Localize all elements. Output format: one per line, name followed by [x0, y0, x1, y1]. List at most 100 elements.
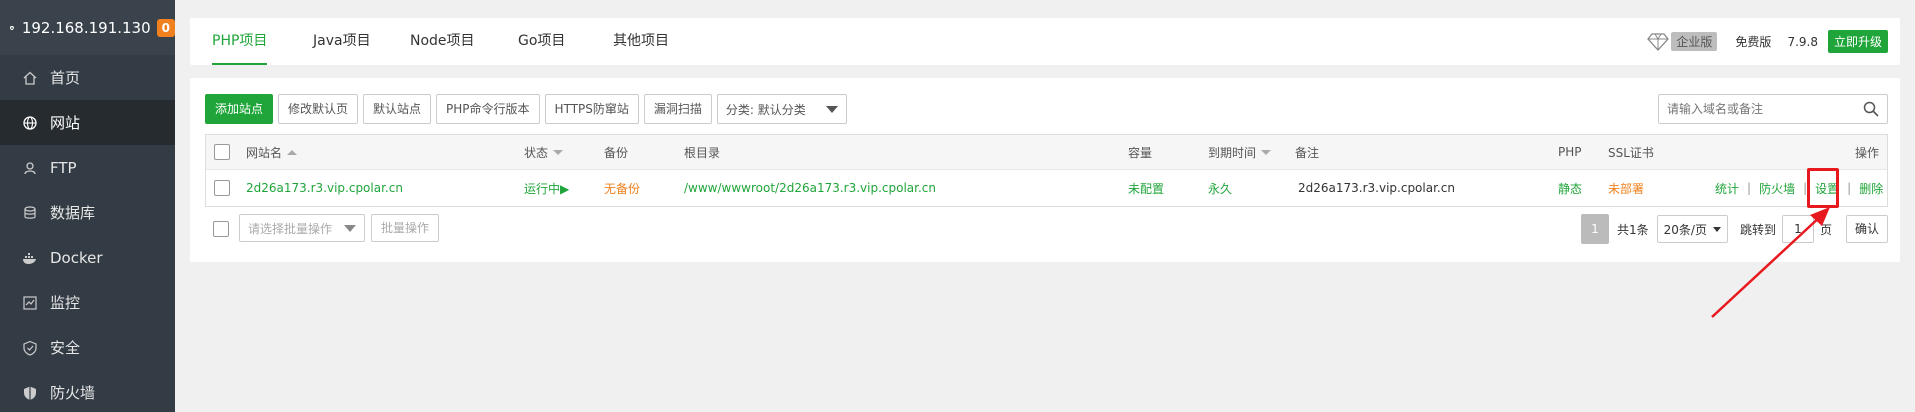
sidebar: 192.168.191.130 0 首页 网站 FTP 数据库 Docker 监…	[0, 0, 175, 412]
shield-icon	[10, 25, 14, 30]
site-status[interactable]: 运行中▶	[524, 170, 569, 206]
header-expire[interactable]: 到期时间	[1208, 135, 1272, 169]
header-remark: 备注	[1295, 145, 1320, 160]
shield-check-icon	[22, 340, 38, 356]
category-select-value: 分类: 默认分类	[725, 102, 806, 117]
sidebar-item-website[interactable]: 网站	[0, 100, 175, 145]
sidebar-item-label: 安全	[50, 339, 81, 357]
sidebar-item-label: Docker	[50, 248, 103, 267]
site-table: 网站名 状态 备份 根目录 容量 到期时间 备注 PHP SSL证书 操作 2d…	[205, 134, 1888, 207]
header-root-dir: 根目录	[684, 145, 721, 160]
sidebar-item-label: 防火墙	[50, 384, 96, 402]
upgrade-button[interactable]: 立即升级	[1827, 30, 1888, 53]
stats-link[interactable]: 统计	[1715, 180, 1739, 197]
row-checkbox[interactable]	[214, 180, 230, 196]
site-name-link[interactable]: 2d26a173.r3.vip.cpolar.cn	[246, 170, 403, 206]
server-ip: 192.168.191.130	[21, 18, 151, 37]
firewall-icon	[22, 385, 38, 401]
delete-link[interactable]: 删除	[1859, 180, 1883, 197]
header-backup: 备份	[604, 145, 629, 160]
site-capacity[interactable]: 未配置	[1128, 170, 1164, 206]
globe-icon	[22, 115, 38, 131]
site-root-dir-link[interactable]: /www/wwwroot/2d26a173.r3.vip.cpolar.cn	[684, 170, 936, 206]
site-panel: 添加站点 修改默认页 默认站点 PHP命令行版本 HTTPS防窜站 漏洞扫描 分…	[190, 78, 1900, 262]
sidebar-item-monitor[interactable]: 监控	[0, 280, 175, 325]
table-header-row: 网站名 状态 备份 根目录 容量 到期时间 备注 PHP SSL证书 操作	[206, 135, 1887, 170]
home-icon	[22, 70, 38, 86]
per-page-select[interactable]: 20条/页	[1656, 215, 1728, 243]
total-count: 共1条	[1616, 222, 1649, 237]
search-input[interactable]	[1667, 102, 1857, 116]
sidebar-item-label: 网站	[50, 114, 81, 132]
site-php-version[interactable]: 静态	[1558, 170, 1582, 206]
header-site-name[interactable]: 网站名	[246, 135, 298, 169]
version-number: 7.9.8	[1787, 34, 1818, 49]
notification-badge[interactable]: 0	[156, 18, 175, 37]
dropdown-arrow-icon	[1712, 226, 1721, 232]
sidebar-item-label: FTP	[50, 158, 77, 177]
sidebar-item-ftp[interactable]: FTP	[0, 145, 175, 190]
jump-page-input[interactable]: 1	[1781, 215, 1814, 243]
current-page[interactable]: 1	[1580, 214, 1609, 244]
sidebar-item-label: 首页	[50, 69, 81, 87]
tab-php-project[interactable]: PHP项目	[202, 18, 277, 65]
enterprise-tag: 企业版	[1671, 32, 1718, 51]
database-icon	[22, 205, 38, 221]
site-backup[interactable]: 无备份	[604, 170, 640, 206]
table-row: 2d26a173.r3.vip.cpolar.cn 运行中▶ 无备份 /www/…	[206, 170, 1887, 206]
sort-desc-icon	[1261, 149, 1272, 155]
tab-other-project[interactable]: 其他项目	[613, 18, 669, 65]
tab-go-project[interactable]: Go项目	[518, 18, 565, 65]
jump-confirm-button[interactable]: 确认	[1845, 215, 1888, 243]
header-action: 操作	[1855, 145, 1880, 160]
firewall-link[interactable]: 防火墙	[1759, 180, 1795, 197]
sidebar-item-label: 数据库	[50, 204, 96, 222]
version-info: 企业版 免费版 7.9.8 立即升级	[1647, 28, 1888, 55]
dropdown-arrow-icon	[825, 105, 838, 113]
site-toolbar: 添加站点 修改默认页 默认站点 PHP命令行版本 HTTPS防窜站 漏洞扫描 分…	[205, 94, 847, 124]
batch-action-select[interactable]: 请选择批量操作	[239, 214, 365, 242]
sort-asc-icon	[287, 149, 298, 155]
sidebar-item-security[interactable]: 安全	[0, 325, 175, 370]
default-site-button[interactable]: 默认站点	[363, 94, 432, 124]
https-anti-hijack-button[interactable]: HTTPS防窜站	[544, 94, 639, 124]
site-ssl-status[interactable]: 未部署	[1608, 170, 1644, 206]
vuln-scan-button[interactable]: 漏洞扫描	[643, 94, 712, 124]
site-remark[interactable]: 2d26a173.r3.vip.cpolar.cn	[1298, 170, 1455, 206]
sidebar-item-label: 监控	[50, 294, 81, 312]
docker-icon	[22, 250, 38, 266]
dropdown-arrow-icon	[344, 224, 356, 232]
divider: |	[1747, 181, 1752, 195]
tab-node-project[interactable]: Node项目	[410, 18, 475, 65]
header-php: PHP	[1558, 145, 1582, 159]
category-select[interactable]: 分类: 默认分类	[716, 94, 847, 124]
site-search-box	[1658, 94, 1888, 124]
footer-select-all-checkbox[interactable]	[213, 221, 229, 237]
php-cli-version-button[interactable]: PHP命令行版本	[436, 94, 540, 124]
monitor-icon	[22, 295, 38, 311]
table-footer: 请选择批量操作 批量操作 1 共1条 20条/页 跳转到 1 页 确认	[205, 214, 1888, 246]
batch-action-button[interactable]: 批量操作	[371, 214, 440, 242]
divider: |	[1847, 181, 1852, 195]
sort-desc-icon	[553, 149, 564, 155]
ftp-icon	[22, 160, 38, 176]
enterprise-edition[interactable]: 企业版	[1647, 32, 1718, 51]
header-capacity: 容量	[1128, 145, 1153, 160]
server-header[interactable]: 192.168.191.130 0	[0, 0, 175, 55]
batch-action-placeholder: 请选择批量操作	[248, 221, 333, 236]
sidebar-item-firewall[interactable]: 防火墙	[0, 370, 175, 412]
sidebar-item-database[interactable]: 数据库	[0, 190, 175, 235]
diamond-icon	[1647, 32, 1670, 51]
search-icon[interactable]	[1863, 101, 1879, 117]
sidebar-item-home[interactable]: 首页	[0, 55, 175, 100]
header-ssl: SSL证书	[1608, 145, 1654, 160]
annotation-highlight-box	[1807, 168, 1839, 208]
add-site-button[interactable]: 添加站点	[205, 94, 274, 124]
edit-default-page-button[interactable]: 修改默认页	[278, 94, 359, 124]
header-status[interactable]: 状态	[524, 135, 564, 169]
project-tab-bar: PHP项目 Java项目 Node项目 Go项目 其他项目 企业版 免费版 7.…	[190, 18, 1900, 65]
tab-java-project[interactable]: Java项目	[313, 18, 371, 65]
select-all-checkbox[interactable]	[214, 144, 230, 160]
site-expire[interactable]: 永久	[1208, 170, 1232, 206]
sidebar-item-docker[interactable]: Docker	[0, 235, 175, 280]
